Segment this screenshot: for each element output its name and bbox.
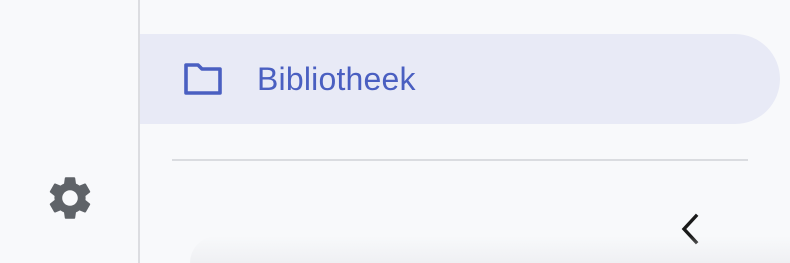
bottom-shadow — [190, 236, 790, 263]
folder-icon — [184, 63, 222, 95]
separator — [172, 159, 748, 161]
nav-item-label: Bibliotheek — [257, 61, 416, 97]
app-window: Bibliotheek — [0, 0, 790, 263]
navigation-panel: Bibliotheek — [140, 0, 790, 263]
navigation-rail — [0, 0, 138, 263]
gear-icon — [49, 177, 91, 219]
nav-item-bibliotheek[interactable]: Bibliotheek — [140, 34, 780, 124]
settings-button[interactable] — [40, 168, 100, 228]
